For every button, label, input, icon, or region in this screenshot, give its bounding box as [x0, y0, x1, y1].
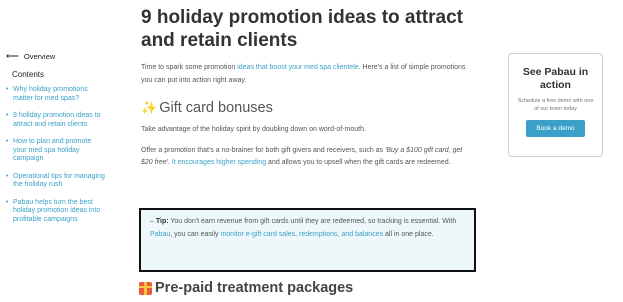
paragraph-text: Offer a promotion that's a no-brainer fo… — [141, 146, 385, 154]
gift-icon — [139, 281, 152, 295]
intro-paragraph: Time to spark some promotion ideas that … — [141, 62, 471, 87]
toc-item-label: 9 holiday promotion ideas to attract and… — [13, 112, 101, 128]
toc-item-label: Pabau helps turn the best holiday promot… — [13, 198, 101, 223]
section-heading-gift-cards: ✨ Gift card bonuses — [141, 100, 476, 116]
page-title: 9 holiday promotion ideas to attract and… — [141, 7, 463, 51]
monitor-gift-card-link[interactable]: monitor e-gift card sales, redemptions, … — [220, 231, 383, 238]
paragraph-text: and allows you to upsell when the gift c… — [266, 159, 451, 166]
arrow-left-icon: ⟵ — [6, 51, 19, 61]
tip-paragraph: – Tip: You don't earn revenue from gift … — [150, 216, 465, 241]
contents-list: • Why holiday promotions matter for med s… — [6, 86, 106, 224]
bullet-icon: • — [6, 86, 9, 93]
sparkles-icon: ✨ — [141, 100, 158, 115]
bullet-icon: • — [6, 138, 9, 145]
toc-item-plan-promote[interactable]: • How to plan and promote your med spa ho… — [6, 138, 106, 164]
toc-item-why-holiday[interactable]: • Why holiday promotions matter for med s… — [6, 86, 106, 103]
higher-spending-link[interactable]: It encourages higher spending — [172, 159, 266, 166]
overview-link[interactable]: ⟵ Overview — [6, 51, 106, 62]
tip-text: all in one place. — [383, 230, 434, 238]
section-heading-text: Pre-paid treatment packages — [155, 280, 354, 296]
tip-text: You don't earn revenue from gift cards u… — [168, 218, 457, 225]
toc-item-label: Why holiday promotions matter for med sp… — [13, 86, 88, 102]
gift-card-paragraph-1: Take advantage of the holiday spirit by … — [141, 126, 366, 133]
overview-label: Overview — [23, 52, 56, 61]
section-heading-text: Gift card bonuses — [159, 100, 273, 116]
contents-title: Contents — [12, 70, 45, 79]
demo-card-subtitle: Schedule a free demo with one of our tea… — [517, 98, 594, 112]
book-demo-button[interactable]: Book a demo — [526, 120, 585, 137]
toc-item-promotion-ideas[interactable]: • 9 holiday promotion ideas to attract an… — [6, 112, 106, 129]
bullet-icon: • — [6, 172, 9, 180]
article: 9 holiday promotion ideas to attract and… — [139, 0, 476, 296]
toc-item-pabau-helps[interactable]: • Pabau helps turn the best holiday promo… — [6, 199, 106, 225]
demo-card-title: See Pabau in action — [522, 66, 589, 91]
tip-box: – Tip: You don't earn revenue from gift … — [139, 208, 476, 272]
pabau-link[interactable]: Pabau — [150, 231, 170, 238]
bullet-icon: • — [6, 198, 9, 206]
clientele-link[interactable]: ideas that boost your med spa clientele — [237, 64, 358, 71]
toc-item-label: Operational tips for managing the holida… — [13, 172, 105, 189]
table-of-contents: ⟵ Overview Contents • Why holiday promoti… — [6, 52, 106, 233]
toc-item-operational-tips[interactable]: • Operational tips for managing the holid… — [6, 173, 106, 190]
demo-card: See Pabau in action Schedule a free demo… — [508, 53, 603, 157]
toc-item-label: How to plan and promote your med spa hol… — [13, 138, 92, 162]
tip-text: , you can easily — [170, 230, 221, 238]
gift-card-paragraph-2: Offer a promotion that's a no-brainer fo… — [141, 145, 475, 170]
bullet-icon: • — [6, 112, 9, 119]
tip-label: Tip: — [155, 218, 169, 225]
section-heading-prepaid: Pre-paid treatment packages — [139, 280, 353, 296]
intro-text: Time to spark some promotion — [141, 64, 238, 71]
